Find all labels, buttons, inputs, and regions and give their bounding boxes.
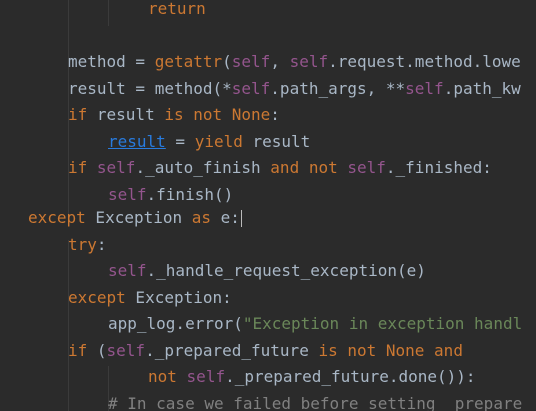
code-token: ._prepared_future (145, 340, 319, 360)
code-token: Exception: (125, 287, 232, 307)
string-token: "Exception in exception handl (242, 314, 523, 333)
code-line-method-getattr[interactable]: method = getattr(self, self.request.meth… (68, 49, 521, 76)
code-line-except-exception[interactable]: except Exception: (68, 285, 232, 312)
code-token: result (87, 105, 165, 124)
code-line-app-log-error[interactable]: app_log.error("Exception in exception ha… (108, 311, 522, 338)
code-token: e: (211, 208, 240, 227)
code-token: .request.method.lowe (328, 52, 521, 71)
code-token: = (165, 131, 195, 151)
code-line-not-prepared-future-done[interactable]: not self._prepared_future.done()): (148, 364, 476, 391)
self-token: self (108, 261, 147, 280)
code-token: ( (222, 52, 232, 71)
code-token: , (270, 52, 290, 71)
variable-reference-token[interactable]: result (108, 132, 166, 151)
self-token: self (106, 340, 146, 360)
self-token: self (231, 52, 271, 71)
code-line-try[interactable]: try: (68, 232, 107, 259)
keyword-token: if (68, 105, 88, 124)
self-token: self (231, 78, 271, 98)
code-line-except-exception-as-e[interactable]: except Exception as e: (28, 205, 242, 232)
keyword-token: as (191, 208, 212, 227)
code-token: ._prepared_future.done()): (225, 367, 476, 386)
code-token: app_log.error( (108, 314, 243, 333)
code-token: : (96, 234, 107, 254)
code-editor[interactable]: return method = getattr(self, self.reque… (0, 0, 536, 411)
code-token: method = (68, 52, 155, 71)
self-token: self (108, 184, 147, 204)
indent-guide (68, 240, 69, 411)
code-token: ._auto_finish (135, 158, 271, 177)
indent-guide (108, 0, 109, 26)
keyword-token: try (68, 234, 97, 254)
self-token: self (96, 158, 136, 177)
code-token: result (242, 131, 311, 151)
code-line-if-prepared-future[interactable]: if (self._prepared_future is not None an… (68, 338, 463, 365)
code-token: : (270, 105, 280, 124)
code-line-yield-result[interactable]: result = yield result (108, 129, 310, 156)
text-cursor (240, 210, 242, 227)
code-token: .path_kw (443, 78, 521, 98)
comment-token: # In case we failed before setting _prep… (108, 393, 523, 411)
keyword-token: and not (270, 158, 338, 177)
code-line-result-call[interactable]: result = method(*self.path_args, **self.… (68, 76, 521, 103)
code-token: .path_args, ** (270, 78, 406, 98)
self-token: self (405, 78, 444, 98)
keyword-token: getattr (154, 52, 223, 71)
code-line-return[interactable]: return (148, 0, 206, 23)
code-token: .finish() (146, 184, 234, 204)
keyword-token: return (148, 0, 206, 18)
keyword-token: except (68, 287, 126, 307)
self-token: self (347, 158, 386, 177)
code-token: ( (87, 340, 107, 360)
code-token: Exception (85, 208, 192, 227)
keyword-token: except (28, 208, 86, 227)
self-token: self (289, 52, 329, 71)
keyword-token: is not None and (318, 340, 463, 360)
self-token: self (186, 367, 226, 386)
code-line-if-auto-finish[interactable]: if self._auto_finish and not self._finis… (68, 155, 492, 182)
keyword-token: is not None (164, 105, 271, 124)
keyword-token: not (148, 367, 177, 386)
code-line-if-result[interactable]: if result is not None: (68, 102, 280, 129)
keyword-token: yield (194, 131, 243, 151)
code-line-handle-request-exception[interactable]: self._handle_request_exception(e) (108, 258, 426, 285)
code-token: result = method(* (68, 78, 232, 98)
code-line-comment[interactable]: # In case we failed before setting _prep… (108, 391, 522, 411)
keyword-token: if (68, 158, 88, 177)
code-token: ._finished: (385, 158, 492, 177)
keyword-token: if (68, 340, 88, 360)
code-token: ._handle_request_exception(e) (146, 261, 426, 280)
